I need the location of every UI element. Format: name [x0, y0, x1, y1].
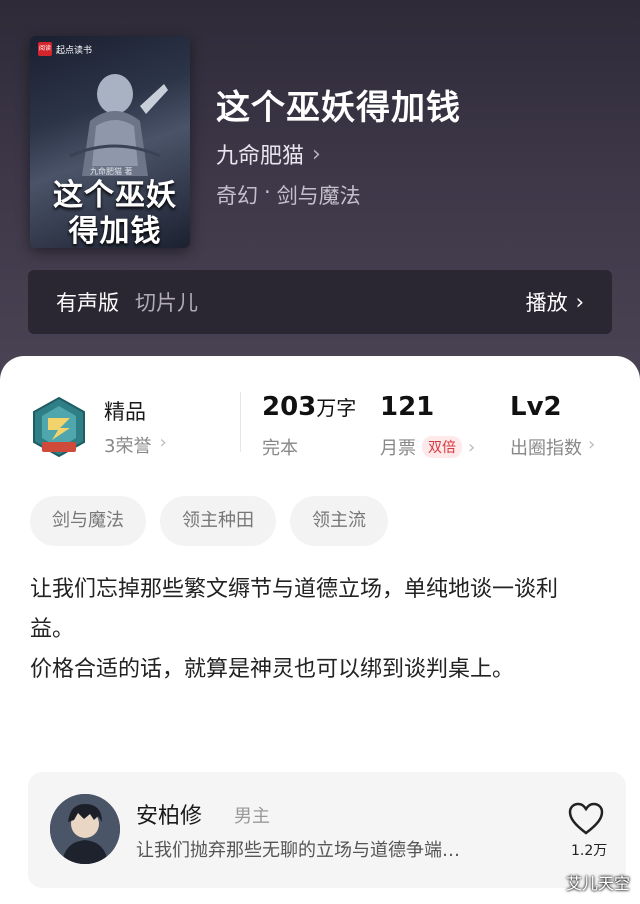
like-count: 1.2万 — [571, 843, 608, 859]
tag-list: 剑与魔法 领主种田 领主流 — [30, 496, 388, 546]
chevron-right-icon: › — [575, 290, 584, 314]
honors-count: 3荣誉 — [104, 436, 152, 457]
description-text: 让我们忘掉那些繁文缛节与道德立场，单纯地谈一谈利益。 价格合适的话，就算是神灵也… — [30, 577, 559, 682]
double-badge: 双倍 — [422, 436, 462, 458]
brand-name: 起点读书 — [56, 45, 93, 56]
book-detail-panel: 精品 3荣誉 › 203万字 完本 121 月票 双倍 › Lv2 出圈指数 ›… — [0, 356, 640, 904]
chevron-right-icon: › — [588, 434, 596, 455]
audio-label: 有声版 — [56, 291, 119, 315]
monthly-tickets-label: 月票 — [380, 438, 416, 459]
quality-badge-icon[interactable] — [30, 396, 88, 458]
play-button[interactable]: 播放 › — [526, 287, 584, 317]
word-count: 203万字 — [262, 392, 356, 422]
book-description[interactable]: 让我们忘掉那些繁文缛节与道德立场，单纯地谈一谈利益。 价格合适的话，就算是神灵也… — [30, 570, 600, 690]
stats-row: 精品 3荣誉 › 203万字 完本 121 月票 双倍 › Lv2 出圈指数 › — [0, 390, 640, 470]
monthly-tickets-value: 121 — [380, 392, 435, 422]
audio-narrator: 切片儿 — [135, 291, 198, 315]
character-quote: 让我们抛弃那些无聊的立场与道德争端… — [136, 840, 460, 861]
cover-title: 这个巫妖得加钱 — [53, 178, 177, 248]
chevron-right-icon: › — [159, 432, 167, 453]
popularity-index-label: 出圈指数 — [510, 438, 582, 459]
character-card[interactable]: 安柏修 男主 让我们抛弃那些无聊的立场与道德争端… 1.2万 — [28, 772, 626, 888]
word-count-value: 203 — [262, 392, 317, 422]
author-name: 九命肥猫 — [216, 144, 305, 169]
genre-sub: 剑与魔法 — [276, 184, 361, 208]
play-label: 播放 — [525, 291, 568, 315]
watermark: 艾儿天空 — [565, 874, 630, 893]
honors-link[interactable]: 3荣誉 › — [104, 432, 167, 458]
character-avatar — [50, 794, 120, 864]
chevron-right-icon: › — [312, 141, 321, 167]
book-title: 这个巫妖得加钱 — [216, 88, 461, 128]
genre-main: 奇幻 — [216, 184, 258, 208]
monthly-tickets-link[interactable]: 月票 双倍 › — [380, 434, 475, 460]
genre-row: 奇幻 · 剑与魔法 — [216, 180, 361, 210]
divider — [240, 392, 241, 452]
popularity-level: Lv2 — [510, 392, 562, 422]
author-link[interactable]: 九命肥猫 › — [216, 138, 321, 170]
cover-author: 九命肥猫 著 — [90, 167, 133, 176]
genre-separator: · — [264, 180, 271, 204]
heart-icon[interactable] — [568, 802, 604, 836]
tag-chip[interactable]: 剑与魔法 — [30, 496, 146, 546]
cover-brand: 阅读 起点读书 — [38, 42, 92, 56]
brand-badge: 阅读 — [38, 42, 52, 56]
book-header: 阅读 起点读书 九命肥猫 著 这个巫妖得加钱 这个巫妖得加钱 九命肥猫 › 奇幻… — [0, 0, 640, 380]
word-count-unit: 万字 — [316, 396, 357, 420]
chevron-right-icon: › — [468, 436, 476, 458]
tag-chip[interactable]: 领主流 — [290, 496, 388, 546]
tag-chip[interactable]: 领主种田 — [160, 496, 276, 546]
character-name: 安柏修 — [136, 804, 203, 829]
completion-status: 完本 — [262, 438, 298, 459]
audio-version-bar[interactable]: 有声版 切片儿 播放 › — [28, 270, 612, 334]
book-cover[interactable]: 阅读 起点读书 九命肥猫 著 这个巫妖得加钱 — [30, 36, 190, 248]
popularity-index-link[interactable]: 出圈指数 › — [510, 434, 595, 460]
character-role: 男主 — [234, 806, 270, 827]
quality-label: 精品 — [104, 400, 146, 424]
